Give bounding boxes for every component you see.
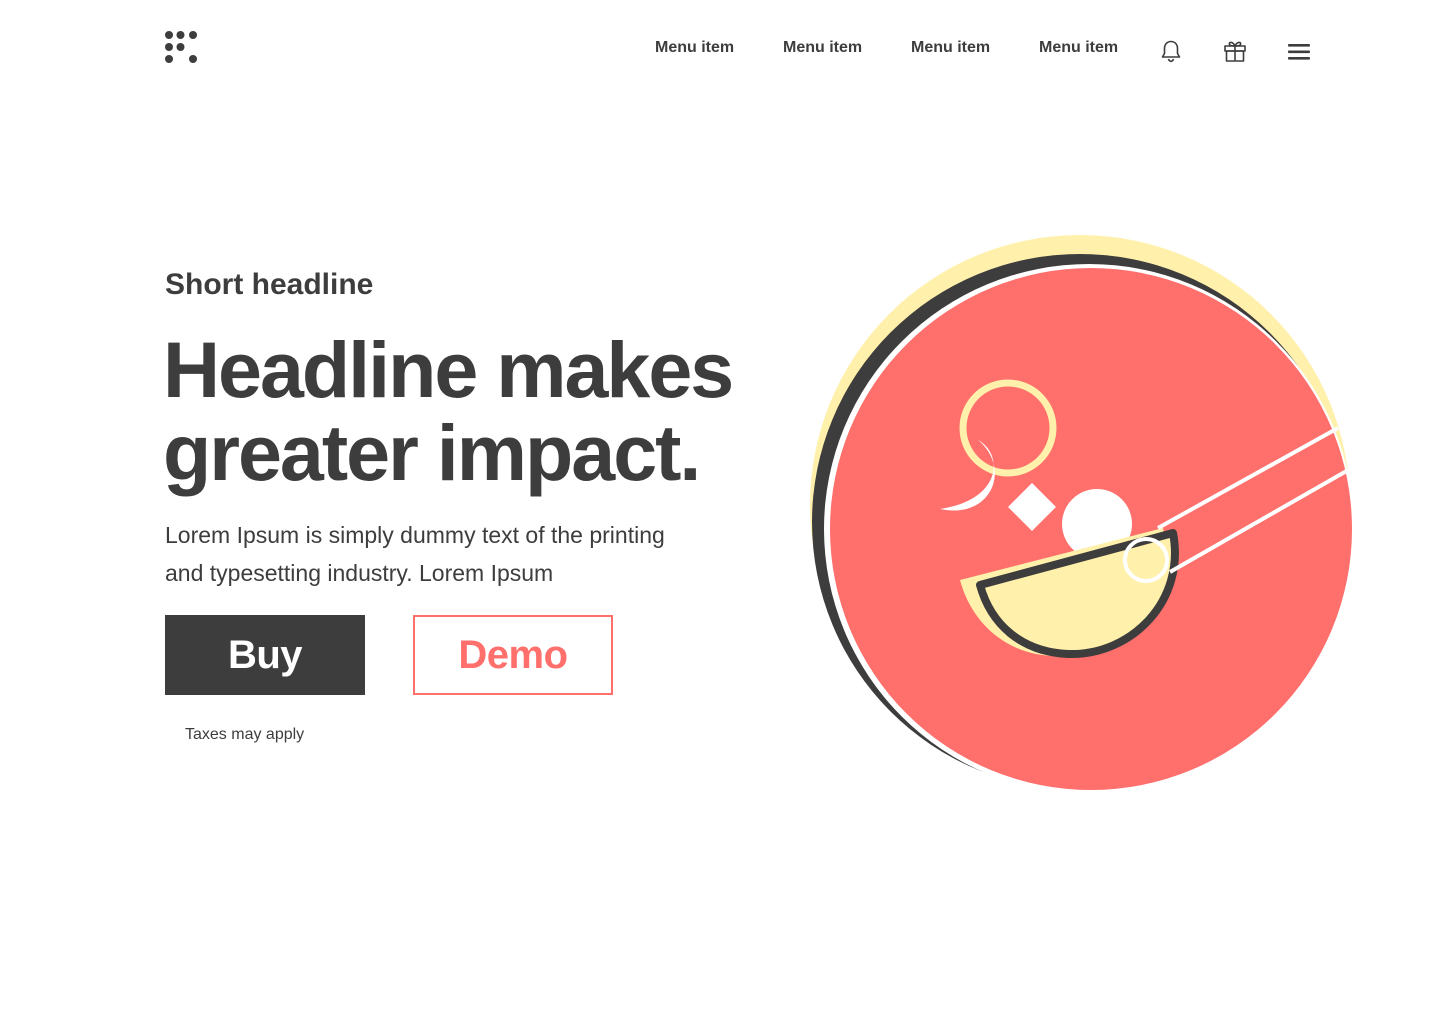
demo-button[interactable]: Demo: [413, 615, 613, 695]
nav-menu-item-3[interactable]: Menu item: [911, 38, 990, 58]
nav-menu-item-4[interactable]: Menu item: [1039, 38, 1118, 58]
hamburger-menu-icon[interactable]: [1286, 39, 1312, 65]
bell-icon[interactable]: [1158, 38, 1184, 64]
hero-body-text: Lorem Ipsum is simply dummy text of the …: [165, 516, 745, 592]
hero-body-line-2: and typesetting industry. Lorem Ipsum: [165, 560, 554, 586]
short-headline: Short headline: [165, 268, 374, 301]
hero-illustration: [800, 220, 1380, 810]
hero-headline-line-2: greater impact.: [163, 408, 701, 497]
logo-icon[interactable]: [165, 31, 199, 65]
hero-headline: Headline makes greater impact.: [163, 328, 803, 494]
hero-body-line-1: Lorem Ipsum is simply dummy text of the …: [165, 522, 665, 548]
buy-button[interactable]: Buy: [165, 615, 365, 695]
nav-menu-item-2[interactable]: Menu item: [783, 38, 862, 58]
top-nav: Menu item Menu item Menu item Menu item: [0, 0, 1440, 100]
taxes-note: Taxes may apply: [185, 726, 305, 743]
nav-menu-item-1[interactable]: Menu item: [655, 38, 734, 58]
gift-icon[interactable]: [1222, 38, 1248, 64]
hero-headline-line-1: Headline makes: [163, 325, 734, 414]
